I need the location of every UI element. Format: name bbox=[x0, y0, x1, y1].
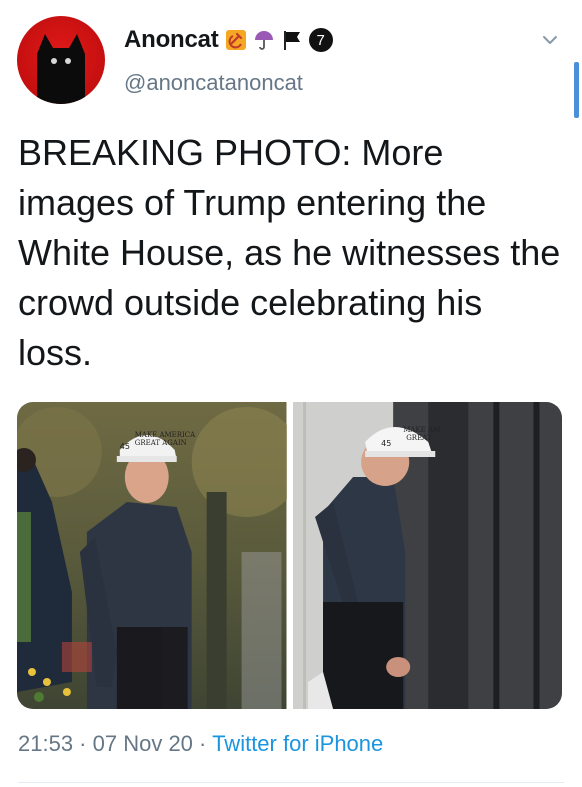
badge-number: 7 bbox=[316, 31, 325, 49]
umbrella-icon bbox=[254, 31, 273, 50]
cap-number-right: 45 bbox=[381, 439, 391, 448]
black-flag-icon bbox=[283, 31, 300, 50]
photo-trump-walking[interactable]: MAKE AMERICA GREAT AGAIN 45 bbox=[17, 402, 287, 709]
cap-text-right-1: MAKE AM bbox=[403, 426, 440, 434]
meta-separator: · bbox=[73, 731, 93, 756]
photo-trump-entering[interactable]: MAKE AM GREAT 45 bbox=[292, 402, 562, 709]
chevron-down-icon[interactable] bbox=[540, 30, 560, 50]
tweet-source-link[interactable]: Twitter for iPhone bbox=[212, 731, 383, 756]
number-seven-icon: 7 bbox=[308, 28, 333, 52]
cap-text-left-2: GREAT AGAIN bbox=[135, 439, 187, 447]
hammer-sickle-icon bbox=[225, 30, 246, 50]
photo-left-image: MAKE AMERICA GREAT AGAIN 45 bbox=[17, 402, 287, 709]
tweet-date[interactable]: 07 Nov 20 bbox=[93, 731, 193, 756]
cap-text-left-1: MAKE AMERICA bbox=[135, 431, 196, 439]
tweet-text: BREAKING PHOTO: More images of Trump ent… bbox=[18, 132, 571, 373]
scrollbar[interactable] bbox=[574, 62, 579, 118]
photo-right-image: MAKE AM GREAT 45 bbox=[292, 402, 562, 709]
name-row: Anoncat 7 bbox=[124, 26, 333, 54]
divider bbox=[18, 782, 564, 783]
tweet-time[interactable]: 21:53 bbox=[18, 731, 73, 756]
cap-number-left: 45 bbox=[120, 442, 130, 451]
avatar[interactable] bbox=[17, 16, 105, 104]
black-cat-icon bbox=[37, 34, 85, 104]
display-name[interactable]: Anoncat bbox=[124, 26, 219, 54]
tweet-meta: 21:53 · 07 Nov 20 · Twitter for iPhone bbox=[18, 731, 383, 757]
cap-text-right-2: GREAT bbox=[406, 434, 432, 442]
meta-separator-2: · bbox=[192, 731, 213, 756]
media-grid: MAKE AMERICA GREAT AGAIN 45 MAKE AM GREA… bbox=[17, 402, 562, 709]
user-handle[interactable]: @anoncatanoncat bbox=[124, 70, 303, 96]
